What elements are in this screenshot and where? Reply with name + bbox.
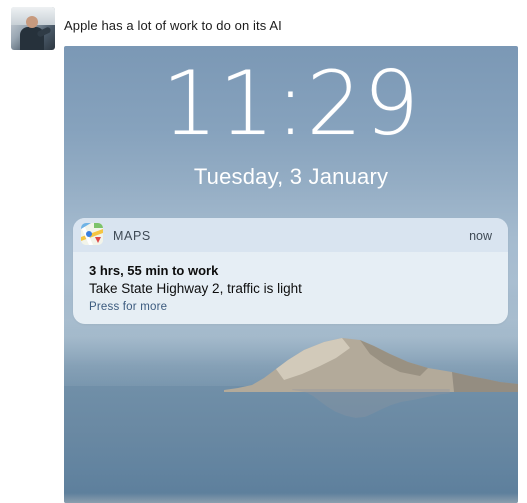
notification-time: now <box>469 229 492 243</box>
island-image <box>224 338 518 392</box>
press-for-more-link[interactable]: Press for more <box>89 301 167 313</box>
post-text: Apple has a lot of work to do on its AI <box>64 18 282 33</box>
avatar[interactable] <box>11 7 55 50</box>
foreground-shore <box>64 493 518 503</box>
maps-icon <box>81 223 103 245</box>
maps-notification[interactable]: MAPS now 3 hrs, 55 min to work Take Stat… <box>73 218 508 324</box>
island-reflection <box>292 389 450 418</box>
lockscreen-date: Tuesday, 3 January <box>193 164 389 189</box>
lockscreen-clock: 11:29 <box>161 52 421 155</box>
notification-title: 3 hrs, 55 min to work <box>89 263 219 278</box>
notification-app-name: MAPS <box>113 229 151 243</box>
notification-body: Take State Highway 2, traffic is light <box>89 281 302 296</box>
notification-header: MAPS now <box>73 218 508 252</box>
lockscreen-screenshot: 11:29 Tuesday, 3 January MAPS now 3 hrs,… <box>64 46 518 503</box>
